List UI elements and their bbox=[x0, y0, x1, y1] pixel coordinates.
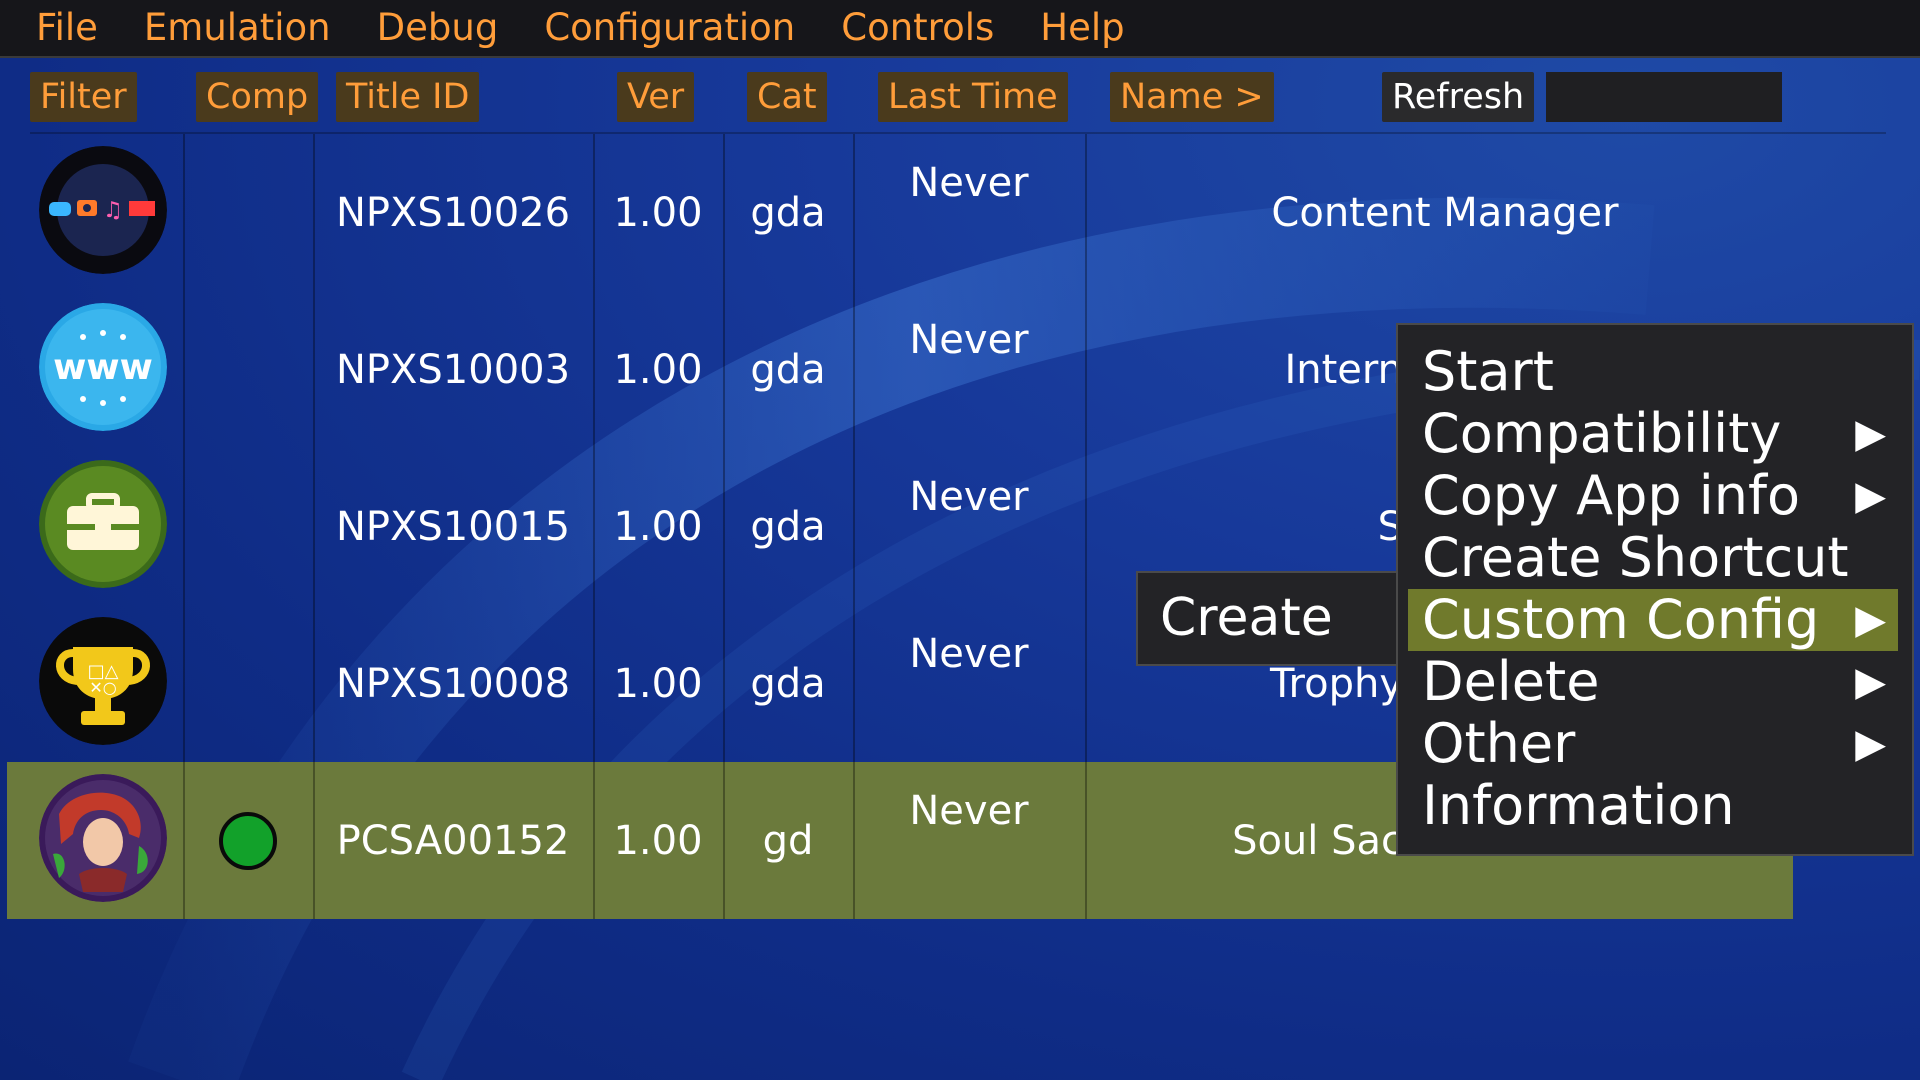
other-menu-item[interactable]: Other ▶ bbox=[1408, 713, 1898, 775]
name-cell: Soul Sac bbox=[1232, 817, 1403, 864]
menu-controls[interactable]: Controls bbox=[841, 0, 994, 57]
menu-debug[interactable]: Debug bbox=[377, 0, 499, 57]
cat-cell: gda bbox=[750, 189, 826, 236]
svg-text:♫: ♫ bbox=[103, 198, 123, 223]
title-id-column-header[interactable]: Title ID bbox=[336, 72, 480, 122]
search-input[interactable] bbox=[1546, 72, 1782, 122]
svg-text:www: www bbox=[53, 347, 153, 388]
name-column-header[interactable]: Name > bbox=[1110, 72, 1274, 122]
svg-text:✕○: ✕○ bbox=[89, 678, 116, 697]
menu-item-label: Create Shortcut bbox=[1422, 526, 1849, 589]
menu-emulation[interactable]: Emulation bbox=[144, 0, 331, 57]
toolbox-icon bbox=[39, 460, 167, 588]
cat-column-header[interactable]: Cat bbox=[747, 72, 827, 122]
comp-cell bbox=[183, 762, 313, 919]
menu-item-label: Copy App info bbox=[1422, 464, 1801, 527]
internet-browser-icon: www bbox=[39, 303, 167, 431]
cat-cell: gd bbox=[762, 817, 814, 864]
delete-menu-item[interactable]: Delete ▶ bbox=[1408, 651, 1898, 713]
ver-column-header[interactable]: Ver bbox=[617, 72, 695, 122]
comp-column-header[interactable]: Comp bbox=[196, 72, 319, 122]
start-menu-item[interactable]: Start bbox=[1408, 341, 1898, 403]
custom-config-menu-item[interactable]: Custom Config ▶ bbox=[1408, 589, 1898, 651]
compatibility-status-icon bbox=[219, 811, 277, 870]
create-shortcut-menu-item[interactable]: Create Shortcut bbox=[1408, 527, 1898, 589]
name-cell: Intern bbox=[1284, 346, 1403, 393]
menu-file[interactable]: File bbox=[36, 0, 98, 57]
submenu-arrow-icon: ▶ bbox=[1855, 411, 1886, 457]
information-menu-item[interactable]: Information bbox=[1408, 775, 1898, 837]
context-menu: Start Compatibility ▶ Copy App info ▶ Cr… bbox=[1396, 323, 1914, 856]
menu-item-label: Compatibility bbox=[1422, 402, 1782, 465]
name-cell: Content Manager bbox=[1271, 189, 1619, 236]
refresh-button[interactable]: Refresh bbox=[1382, 72, 1535, 122]
cat-cell: gda bbox=[750, 660, 826, 707]
last-time-cell: Never bbox=[909, 631, 1029, 677]
submenu-arrow-icon: ▶ bbox=[1855, 721, 1886, 767]
menu-help[interactable]: Help bbox=[1040, 0, 1124, 57]
game-icon bbox=[39, 774, 167, 902]
custom-config-submenu: Create bbox=[1136, 571, 1408, 666]
trophy-icon: □△ ✕○ bbox=[39, 617, 167, 745]
menu-item-label: Other bbox=[1422, 712, 1576, 775]
title-id-cell: NPXS10008 bbox=[335, 660, 571, 707]
menu-bar: File Emulation Debug Configuration Contr… bbox=[0, 0, 1920, 58]
title-id-cell: PCSA00152 bbox=[336, 817, 570, 864]
filter-button[interactable]: Filter bbox=[30, 72, 137, 122]
title-id-cell: NPXS10026 bbox=[335, 189, 571, 236]
ver-cell: 1.00 bbox=[613, 189, 703, 236]
last-time-cell: Never bbox=[909, 317, 1029, 363]
submenu-arrow-icon: ▶ bbox=[1855, 659, 1886, 705]
title-id-cell: NPXS10015 bbox=[335, 503, 571, 550]
menu-item-label: Start bbox=[1422, 340, 1554, 403]
column-header: Filter Comp Title ID Ver Cat Last Time N… bbox=[0, 58, 1920, 134]
cat-cell: gda bbox=[750, 503, 826, 550]
content-manager-icon: ♫ bbox=[39, 146, 167, 274]
compatibility-menu-item[interactable]: Compatibility ▶ bbox=[1408, 403, 1898, 465]
submenu-arrow-icon: ▶ bbox=[1855, 473, 1886, 519]
ver-cell: 1.00 bbox=[613, 503, 703, 550]
ver-cell: 1.00 bbox=[613, 817, 703, 864]
create-menu-item[interactable]: Create bbox=[1160, 587, 1333, 649]
menu-item-label: Custom Config bbox=[1422, 588, 1820, 651]
cat-cell: gda bbox=[750, 346, 826, 393]
menu-configuration[interactable]: Configuration bbox=[544, 0, 795, 57]
menu-item-label: Delete bbox=[1422, 650, 1600, 713]
last-time-cell: Never bbox=[909, 474, 1029, 520]
last-time-column-header[interactable]: Last Time bbox=[878, 72, 1068, 122]
submenu-arrow-icon: ▶ bbox=[1855, 597, 1886, 643]
table-row[interactable]: ♫ NPXS10026 1.00 gda Never Content Manag… bbox=[7, 134, 1793, 291]
menu-item-label: Information bbox=[1422, 774, 1735, 837]
ver-cell: 1.00 bbox=[613, 346, 703, 393]
title-id-cell: NPXS10003 bbox=[335, 346, 571, 393]
copy-app-info-menu-item[interactable]: Copy App info ▶ bbox=[1408, 465, 1898, 527]
last-time-cell: Never bbox=[909, 160, 1029, 206]
ver-cell: 1.00 bbox=[613, 660, 703, 707]
last-time-cell: Never bbox=[909, 788, 1029, 834]
